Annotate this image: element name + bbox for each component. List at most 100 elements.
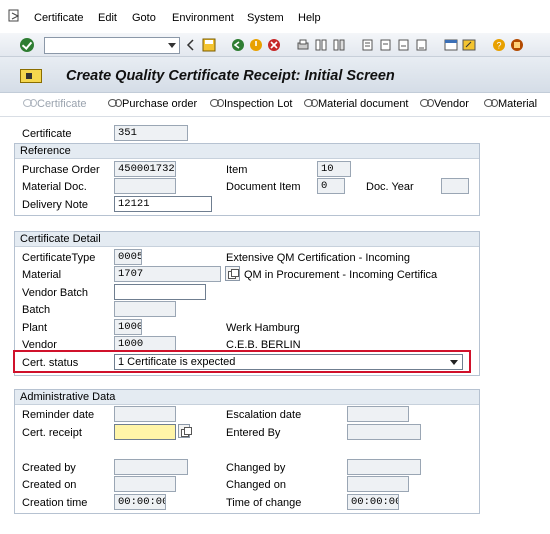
doc-year-field[interactable] xyxy=(441,178,469,194)
plant-label: Plant xyxy=(22,322,48,334)
exit-icon[interactable] xyxy=(249,38,263,52)
display-icon xyxy=(303,97,318,108)
page-title: Create Quality Certificate Receipt: Init… xyxy=(66,68,395,84)
material-button[interactable]: Material xyxy=(483,97,537,110)
creation-time-field[interactable]: 00:00:00 xyxy=(114,494,166,510)
cancel-icon[interactable] xyxy=(267,38,281,52)
menu-help[interactable]: Help xyxy=(298,12,321,24)
material-document-button[interactable]: Material document xyxy=(303,97,409,110)
escalation-date-label: Escalation date xyxy=(226,409,302,421)
menu-bar: Certificate Edit Goto Environment System… xyxy=(0,0,550,33)
help-icon[interactable]: ? xyxy=(492,38,506,52)
entered-by-label: Entered By xyxy=(226,427,281,439)
time-of-change-label: Time of change xyxy=(226,497,302,509)
delivery-note-field[interactable]: 12121 xyxy=(114,196,212,212)
certificate-type-field[interactable]: 0005 xyxy=(114,249,142,265)
print-icon[interactable] xyxy=(296,38,310,52)
changed-by-field[interactable] xyxy=(347,459,421,475)
toolbar-divider xyxy=(0,116,550,117)
calendar-icon[interactable] xyxy=(178,424,192,438)
cert-receipt-field[interactable] xyxy=(114,424,176,440)
cert-status-label: Cert. status xyxy=(22,357,79,369)
creation-time-label: Creation time xyxy=(22,497,88,509)
sap-menu-icon[interactable] xyxy=(8,9,22,23)
last-page-icon[interactable] xyxy=(414,38,428,52)
inspection-lot-button[interactable]: Inspection Lot xyxy=(209,97,293,110)
certificate-type-text: Extensive QM Certification - Incoming xyxy=(226,252,411,264)
created-by-field[interactable] xyxy=(114,459,188,475)
back-arrow-icon[interactable] xyxy=(231,38,245,52)
save-icon[interactable] xyxy=(202,38,216,52)
menu-system[interactable]: System xyxy=(247,12,284,24)
entered-by-field[interactable] xyxy=(347,424,421,440)
previous-page-icon[interactable] xyxy=(378,38,392,52)
layout-icon[interactable] xyxy=(510,38,524,52)
doc-year-label: Doc. Year xyxy=(366,181,414,193)
plant-field[interactable]: 1000 xyxy=(114,319,142,335)
create-session-icon[interactable] xyxy=(444,38,458,52)
vendor-button[interactable]: Vendor xyxy=(419,97,469,110)
created-on-field[interactable] xyxy=(114,476,176,492)
changed-by-label: Changed by xyxy=(226,462,286,474)
standard-toolbar: ? xyxy=(0,33,550,57)
vendor-batch-label: Vendor Batch xyxy=(22,287,89,299)
display-icon xyxy=(22,97,37,108)
back-icon[interactable] xyxy=(184,38,198,52)
reminder-date-field[interactable] xyxy=(114,406,176,422)
escalation-date-field[interactable] xyxy=(347,406,409,422)
material-doc-field[interactable] xyxy=(114,178,176,194)
display-icon xyxy=(209,97,224,108)
cert-status-select[interactable]: 1 Certificate is expected xyxy=(114,354,463,370)
application-toolbar: Certificate Purchase order Inspection Lo… xyxy=(0,93,550,115)
menu-certificate[interactable]: Certificate xyxy=(34,12,84,24)
cert-receipt-label: Cert. receipt xyxy=(22,427,82,439)
next-page-icon[interactable] xyxy=(396,38,410,52)
first-page-icon[interactable] xyxy=(360,38,374,52)
created-on-label: Created on xyxy=(22,479,77,491)
display-icon xyxy=(483,97,498,108)
material-text: QM in Procurement - Incoming Certifica xyxy=(244,269,438,281)
material-field[interactable]: 1707 xyxy=(114,266,221,282)
purchase-order-field[interactable]: 4500017327 xyxy=(114,161,176,177)
item-field[interactable]: 10 xyxy=(317,161,351,177)
plant-text: Werk Hamburg xyxy=(226,322,300,334)
menu-edit[interactable]: Edit xyxy=(98,12,117,24)
chevron-down-icon[interactable] xyxy=(168,43,176,48)
command-field[interactable] xyxy=(44,37,180,54)
document-item-field[interactable]: 0 xyxy=(317,178,345,194)
vendor-batch-field[interactable] xyxy=(114,284,206,300)
changed-on-field[interactable] xyxy=(347,476,409,492)
find-icon[interactable] xyxy=(314,38,328,52)
reminder-date-label: Reminder date xyxy=(22,409,95,421)
enter-icon[interactable] xyxy=(20,38,34,52)
display-icon xyxy=(107,97,122,108)
reference-group-title: Reference xyxy=(15,144,479,159)
certificate-detail-group-title: Certificate Detail xyxy=(15,232,479,247)
time-of-change-field[interactable]: 00:00:00 xyxy=(347,494,399,510)
purchase-order-button[interactable]: Purchase order xyxy=(107,97,197,110)
display-icon xyxy=(419,97,434,108)
purchase-order-label: Purchase Order xyxy=(22,164,100,176)
batch-field[interactable] xyxy=(114,301,176,317)
certificate-button[interactable]: Certificate xyxy=(22,97,87,110)
title-bar: Create Quality Certificate Receipt: Init… xyxy=(0,57,550,93)
certificate-field[interactable]: 351 xyxy=(114,125,188,141)
delivery-note-label: Delivery Note xyxy=(22,199,89,211)
material-label: Material xyxy=(22,269,62,281)
cert-status-value: 1 Certificate is expected xyxy=(118,356,236,368)
certificate-label: Certificate xyxy=(22,128,72,140)
shortcut-icon[interactable] xyxy=(462,38,476,52)
menu-environment[interactable]: Environment xyxy=(172,12,234,24)
material-doc-label: Material Doc. xyxy=(22,181,87,193)
batch-label: Batch xyxy=(22,304,51,316)
chevron-down-icon[interactable] xyxy=(450,360,458,365)
created-by-label: Created by xyxy=(22,462,76,474)
document-item-label: Document Item xyxy=(226,181,301,193)
certificate-type-label: CertificateType xyxy=(22,252,96,264)
find-next-icon[interactable] xyxy=(332,38,346,52)
svg-text:?: ? xyxy=(496,41,501,51)
changed-on-label: Changed on xyxy=(226,479,286,491)
material-detail-icon[interactable] xyxy=(225,266,240,281)
menu-goto[interactable]: Goto xyxy=(132,12,156,24)
item-label: Item xyxy=(226,164,248,176)
